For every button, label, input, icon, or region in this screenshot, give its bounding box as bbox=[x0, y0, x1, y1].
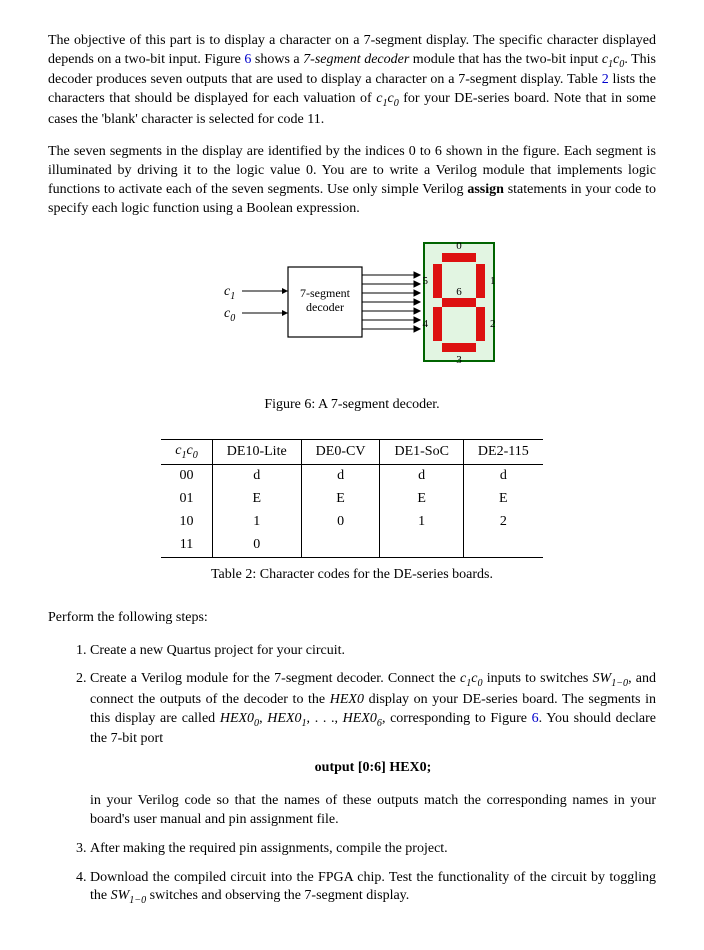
svg-text:1: 1 bbox=[490, 275, 496, 287]
col-code: c1c0 bbox=[161, 439, 212, 464]
svg-text:decoder: decoder bbox=[306, 300, 344, 314]
text: shows a bbox=[251, 52, 303, 67]
svg-text:7-segment: 7-segment bbox=[300, 286, 351, 300]
term-7seg-decoder: 7-segment decoder bbox=[303, 52, 409, 67]
svg-text:0: 0 bbox=[456, 240, 462, 252]
figure-6: c1 c0 7-segment decoder 0 1 2 3 4 5 6 bbox=[48, 237, 656, 384]
table-row: 11 0 bbox=[161, 534, 542, 557]
col-de10lite: DE10-Lite bbox=[212, 439, 301, 464]
steps-list: Create a new Quartus project for your ci… bbox=[48, 642, 656, 908]
table-header-row: c1c0 DE10-Lite DE0-CV DE1-SoC DE2-115 bbox=[161, 439, 542, 464]
var-c1: c1 bbox=[602, 52, 613, 67]
step-3: After making the required pin assignment… bbox=[90, 840, 656, 859]
intro-para-1: The objective of this part is to display… bbox=[48, 32, 656, 129]
figure-6-caption: Figure 6: A 7-segment decoder. bbox=[48, 396, 656, 415]
svg-text:5: 5 bbox=[423, 275, 429, 287]
table-2-link[interactable]: 2 bbox=[602, 72, 609, 87]
text: module that has the two-bit input bbox=[409, 52, 602, 67]
svg-text:4: 4 bbox=[423, 318, 429, 330]
intro-para-2: The seven segments in the display are id… bbox=[48, 143, 656, 219]
svg-text:6: 6 bbox=[456, 286, 462, 298]
table-row: 00 d d d d bbox=[161, 465, 542, 488]
figure-6-link[interactable]: 6 bbox=[532, 711, 539, 726]
step-1: Create a new Quartus project for your ci… bbox=[90, 642, 656, 661]
table-row: 10 1 0 1 2 bbox=[161, 511, 542, 534]
step-4: Download the compiled circuit into the F… bbox=[90, 869, 656, 908]
svg-text:c1: c1 bbox=[224, 284, 235, 302]
col-de0cv: DE0-CV bbox=[301, 439, 380, 464]
svg-text:2: 2 bbox=[490, 318, 496, 330]
code-output-decl: output [0:6] HEX0; bbox=[90, 759, 656, 778]
var-c0: c0 bbox=[387, 91, 398, 106]
table-row: 01 E E E E bbox=[161, 488, 542, 511]
var-c1: c1 bbox=[376, 91, 387, 106]
figure-6-svg: c1 c0 7-segment decoder 0 1 2 3 4 5 6 bbox=[192, 237, 512, 377]
col-de2115: DE2-115 bbox=[463, 439, 542, 464]
svg-text:3: 3 bbox=[456, 354, 462, 366]
steps-intro: Perform the following steps: bbox=[48, 609, 656, 628]
table-2: c1c0 DE10-Lite DE0-CV DE1-SoC DE2-115 00… bbox=[161, 439, 542, 558]
keyword-assign: assign bbox=[467, 182, 504, 197]
step-2: Create a Verilog module for the 7-segmen… bbox=[90, 670, 656, 829]
table-2-caption: Table 2: Character codes for the DE-seri… bbox=[48, 566, 656, 585]
step-2-post: in your Verilog code so that the names o… bbox=[90, 792, 656, 830]
var-c0: c0 bbox=[613, 52, 624, 67]
svg-text:c0: c0 bbox=[224, 306, 235, 324]
col-de1soc: DE1-SoC bbox=[380, 439, 463, 464]
